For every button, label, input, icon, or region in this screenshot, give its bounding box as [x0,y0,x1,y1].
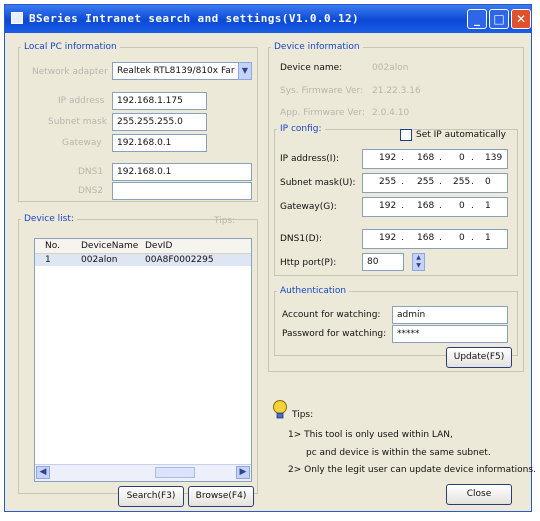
gw-octet-1: 192 [379,201,397,211]
lightbulb-icon [273,400,287,419]
mask-octet-2: 255 [417,177,435,187]
gw-octet-3: 0 [459,201,465,211]
ip-address-field[interactable]: 192 . 168 . 0 . 139 [362,149,508,169]
table-header: No. DeviceName DevID [35,239,251,254]
device-name-label: Device name: [280,63,343,73]
auto-ip-checkbox[interactable] [400,129,412,141]
col-dev-id[interactable]: DevID [145,241,172,251]
app-icon [11,12,23,24]
dns-octet-2: 168 [417,233,435,243]
dns-dot: . [401,233,404,243]
gw-octet-4: 1 [485,201,491,211]
auth-legend: Authentication [280,286,347,296]
dns-octet-1: 192 [379,233,397,243]
sys-fw-value: 21.22.3.16 [372,86,421,96]
local-dns2-label: DNS2 [78,186,104,196]
gw-octet-2: 168 [417,201,435,211]
app-fw-label: App. Firmware Ver: [280,108,365,118]
dns-dot: . [439,233,442,243]
horizontal-scrollbar[interactable]: ◀ ▶ [35,464,251,481]
port-spinner-icon[interactable]: ▲ ▼ [412,253,425,271]
password-input[interactable]: ***** [392,325,508,343]
chevron-down-icon[interactable]: ▼ [238,62,252,80]
device-list-legend: Device list: [24,214,74,224]
gw-dot: . [439,201,442,211]
mask-octet-4: 0 [485,177,491,187]
title-bar[interactable]: BSeries Intranet search and settings(V1.… [5,5,531,33]
ip-dot: . [471,153,474,163]
account-input[interactable]: admin [392,306,508,324]
mask-octet-3: 255 [453,177,471,187]
local-ip-label: IP address [58,96,105,106]
device-info-legend: Device information [274,42,360,52]
ip-octet-4: 139 [485,153,503,163]
device-count: Tips: [214,216,236,226]
local-pc-legend: Local PC information [24,42,117,52]
subnet-mask-label: Subnet mask(U): [280,178,356,188]
row-dev-id: 00A8F0002295 [145,255,214,265]
mask-octet-1: 255 [379,177,397,187]
sys-fw-label: Sys. Firmware Ver: [280,86,364,96]
mask-dot: . [401,177,404,187]
table-row[interactable]: 1 002alon 00A8F0002295 [35,254,251,266]
tips-line-2: pc and device is within the same subnet. [306,448,491,458]
gw-dot: . [471,201,474,211]
tips-line-3: 2> Only the legit user can update device… [288,465,536,475]
update-button[interactable]: Update(F5) [446,347,512,368]
tips-line-1: 1> This tool is only used within LAN, [288,430,453,440]
local-gateway-value: 192.168.0.1 [112,134,207,152]
ip-octet-1: 192 [379,153,397,163]
gateway-label: Gateway(G): [280,202,337,212]
local-dns-value: 192.168.0.1 [112,163,252,181]
http-port-label: Http port(P): [280,258,337,268]
http-port-input[interactable]: 80 [362,253,404,271]
adapter-select[interactable]: Realtek RTL8139/810x Far [112,62,240,80]
ip-config-legend: IP config: [280,124,322,134]
window-title: BSeries Intranet search and settings(V1.… [29,12,360,25]
local-ip-value: 192.168.1.175 [112,92,207,110]
local-mask-label: Subnet mask [48,117,107,127]
local-dns-label: DNS1 [78,167,104,177]
adapter-label: Network adapter [32,67,108,77]
ip-dot: . [401,153,404,163]
ip-dot: . [439,153,442,163]
dns-field[interactable]: 192 . 168 . 0 . 1 [362,229,508,249]
col-device-name[interactable]: DeviceName [81,241,138,251]
password-label: Password for watching: [282,329,387,339]
local-gateway-label: Gateway [62,138,102,148]
browse-button[interactable]: Browse(F4) [188,486,254,507]
mask-dot: . [439,177,442,187]
ip-address-label: IP address(I): [280,154,340,164]
tips-title: Tips: [292,410,314,420]
row-no: 1 [45,255,51,265]
scroll-thumb[interactable] [155,467,195,478]
close-window-button[interactable]: ✕ [511,9,531,29]
app-fw-value: 2.0.4.10 [372,108,410,118]
dns-dot: . [471,233,474,243]
device-name-value: 002alon [372,63,409,73]
gateway-field[interactable]: 192 . 168 . 0 . 1 [362,197,508,217]
close-button[interactable]: Close [446,484,512,505]
ip-octet-2: 168 [417,153,435,163]
maximize-button[interactable]: □ [489,9,509,29]
local-dns2-value [112,182,252,200]
ip-octet-3: 0 [459,153,465,163]
dns-label: DNS1(D): [280,234,323,244]
col-no[interactable]: No. [45,241,60,251]
search-button[interactable]: Search(F3) [118,486,184,507]
dns-octet-4: 1 [485,233,491,243]
account-label: Account for watching: [282,310,381,320]
mask-dot: . [471,177,474,187]
minimize-button[interactable]: _ [467,9,487,29]
subnet-mask-field[interactable]: 255 . 255 . 255 . 0 [362,173,508,193]
auto-ip-label[interactable]: Set IP automatically [416,130,506,140]
gw-dot: . [401,201,404,211]
scroll-right-icon[interactable]: ▶ [236,466,250,479]
dns-octet-3: 0 [459,233,465,243]
local-mask-value: 255.255.255.0 [112,113,207,131]
scroll-left-icon[interactable]: ◀ [36,466,50,479]
device-table[interactable]: No. DeviceName DevID 1 002alon 00A8F0002… [34,238,252,482]
row-device-name: 002alon [81,255,118,265]
